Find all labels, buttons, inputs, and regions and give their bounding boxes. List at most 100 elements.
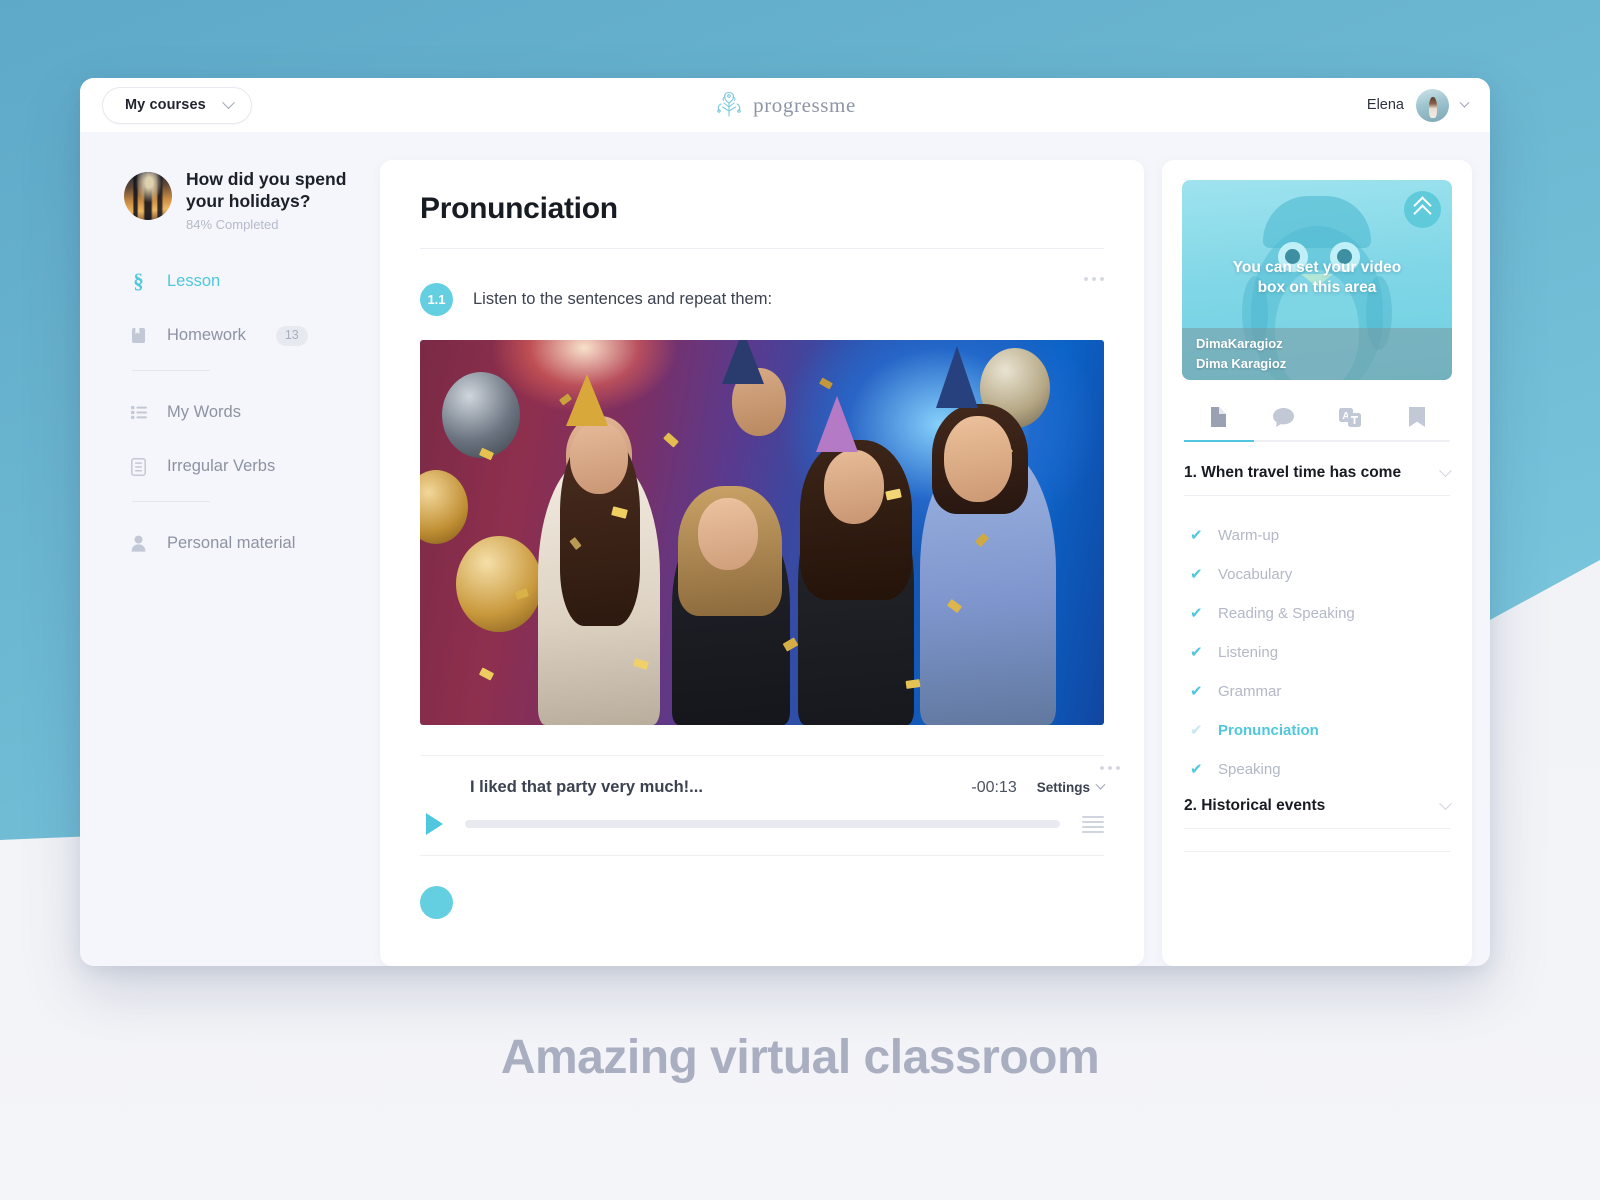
confetti (478, 667, 495, 681)
task-divider (420, 855, 1104, 856)
chat-bubble-icon (1273, 406, 1295, 428)
plan-unit-1-items: ✔ Warm-up ✔ Vocabulary ✔ Reading & Speak… (1184, 496, 1450, 797)
person-face (944, 416, 1012, 502)
audio-player: I liked that party very much!... -00:13 … (420, 755, 1120, 855)
task-number-badge: 1.1 (420, 283, 453, 316)
course-title: How did you spend your holidays? (186, 169, 347, 212)
more-options-icon[interactable] (1084, 277, 1104, 281)
chevron-down-icon (1439, 463, 1452, 477)
right-panel: You can set your video box on this area … (1162, 160, 1472, 966)
plan-unit-2-title: 2. Historical events (1184, 797, 1326, 814)
plan-unit-2-header[interactable]: 2. Historical events (1184, 796, 1452, 815)
translate-icon: A (1339, 406, 1362, 428)
chevron-down-icon (1095, 779, 1106, 790)
brain-tree-logo-icon (717, 91, 741, 117)
sidebar-item-irregular-verbs[interactable]: Irregular Verbs (124, 447, 358, 487)
player-settings-button[interactable]: Settings (1036, 779, 1106, 795)
check-icon: ✔ (1190, 644, 1203, 661)
sidebar-item-label: Personal material (167, 534, 296, 553)
penguin-cap (1263, 196, 1371, 248)
my-courses-label: My courses (125, 97, 206, 113)
plan-item-speaking[interactable]: ✔ Speaking (1190, 750, 1450, 789)
tab-chat[interactable] (1251, 406, 1318, 440)
player-top-row: I liked that party very much!... -00:13 … (420, 766, 1120, 797)
plan-item-listening[interactable]: ✔ Listening (1190, 633, 1450, 672)
check-icon: ✔ (1190, 566, 1203, 583)
sidebar-divider (132, 500, 210, 502)
double-chevron-up-icon[interactable] (1404, 191, 1441, 228)
sidebar-item-label: My Words (167, 403, 241, 422)
lesson-content-card: Pronunciation 1.1 Listen to the sentence… (380, 160, 1144, 966)
document-icon (1209, 406, 1226, 428)
party-hat (936, 346, 978, 408)
sidebar-item-my-words[interactable]: My Words (124, 393, 358, 433)
avatar (1416, 88, 1449, 122)
tab-bookmark[interactable] (1384, 406, 1451, 440)
photo-figures (420, 340, 1104, 725)
balloon (442, 372, 520, 458)
video-participant-names: DimaKaragioz Dima Karagioz (1182, 328, 1452, 380)
title-divider (420, 248, 1104, 249)
plan-divider (1184, 828, 1450, 829)
app-body: How did you spend your holidays? 84% Com… (80, 132, 1490, 966)
page-title: Pronunciation (420, 192, 618, 225)
sidebar-item-lesson[interactable]: § Lesson (124, 262, 358, 302)
course-progress: 84% Completed (186, 216, 279, 232)
plan-item-label: Grammar (1218, 683, 1282, 700)
tab-translate[interactable]: A (1317, 406, 1384, 440)
sidebar-item-homework[interactable]: Homework 13 (124, 316, 358, 356)
plan-item-pronunciation[interactable]: ✔ Pronunciation (1190, 711, 1450, 750)
my-courses-button[interactable]: My courses (102, 86, 252, 124)
check-icon: ✔ (1190, 761, 1203, 778)
check-icon: ✔ (1190, 683, 1203, 700)
task-instruction: Listen to the sentences and repeat them: (473, 290, 773, 308)
plan-unit-1-header[interactable]: 1. When travel time has come (1184, 463, 1452, 482)
plan-item-reading-speaking[interactable]: ✔ Reading & Speaking (1190, 594, 1450, 633)
plan-item-label: Vocabulary (1218, 566, 1293, 583)
volume-lines-icon[interactable] (1082, 815, 1104, 833)
party-hat (722, 340, 764, 384)
lesson-plan: 1. When travel time has come ✔ Warm-up ✔… (1162, 442, 1472, 852)
bookmark-page-icon (130, 326, 147, 345)
plan-item-label: Reading & Speaking (1218, 605, 1355, 622)
top-bar: My courses progressme Elena (80, 78, 1490, 132)
seek-bar[interactable] (465, 820, 1060, 828)
sidebar: How did you spend your holidays? 84% Com… (98, 160, 362, 966)
document-lines-icon (130, 457, 147, 476)
task-number-badge (420, 886, 453, 919)
participant-username: DimaKaragioz (1196, 336, 1283, 351)
video-placeholder-line2: box on this area (1257, 279, 1377, 297)
more-options-icon[interactable] (1100, 766, 1120, 770)
homework-badge: 13 (275, 326, 308, 346)
video-box[interactable]: You can set your video box on this area … (1182, 180, 1452, 380)
course-header[interactable]: How did you spend your holidays? 84% Com… (124, 168, 358, 232)
plan-item-vocabulary[interactable]: ✔ Vocabulary (1190, 555, 1450, 594)
player-controls (420, 813, 1104, 855)
plan-item-label: Warm-up (1218, 527, 1280, 544)
play-icon[interactable] (426, 813, 443, 835)
plan-item-label: Pronunciation (1218, 722, 1319, 739)
sidebar-item-personal-material[interactable]: Personal material (124, 524, 358, 564)
tab-document[interactable] (1184, 406, 1251, 440)
plan-item-grammar[interactable]: ✔ Grammar (1190, 672, 1450, 711)
sidebar-item-label: Lesson (167, 272, 221, 291)
balloon (456, 536, 542, 632)
list-icon (130, 403, 147, 422)
plan-unit-1-title: 1. When travel time has come (1184, 464, 1402, 481)
plan-item-label: Listening (1218, 644, 1279, 661)
section-sign-icon: § (133, 269, 144, 294)
chevron-down-icon (1459, 97, 1470, 108)
participant-fullname: Dima Karagioz (1196, 356, 1287, 372)
plan-item-warm-up[interactable]: ✔ Warm-up (1190, 516, 1450, 555)
person-face (824, 450, 884, 524)
user-name: Elena (1366, 97, 1404, 113)
person-icon (130, 534, 147, 553)
user-menu[interactable]: Elena (1366, 88, 1470, 122)
player-settings-label: Settings (1036, 780, 1090, 795)
chevron-down-icon (221, 95, 235, 109)
check-icon: ✔ (1190, 527, 1203, 544)
brand-logo: progressme (80, 78, 1490, 132)
balloon (420, 470, 468, 544)
next-task-header (420, 886, 1104, 919)
party-hat (816, 396, 858, 452)
